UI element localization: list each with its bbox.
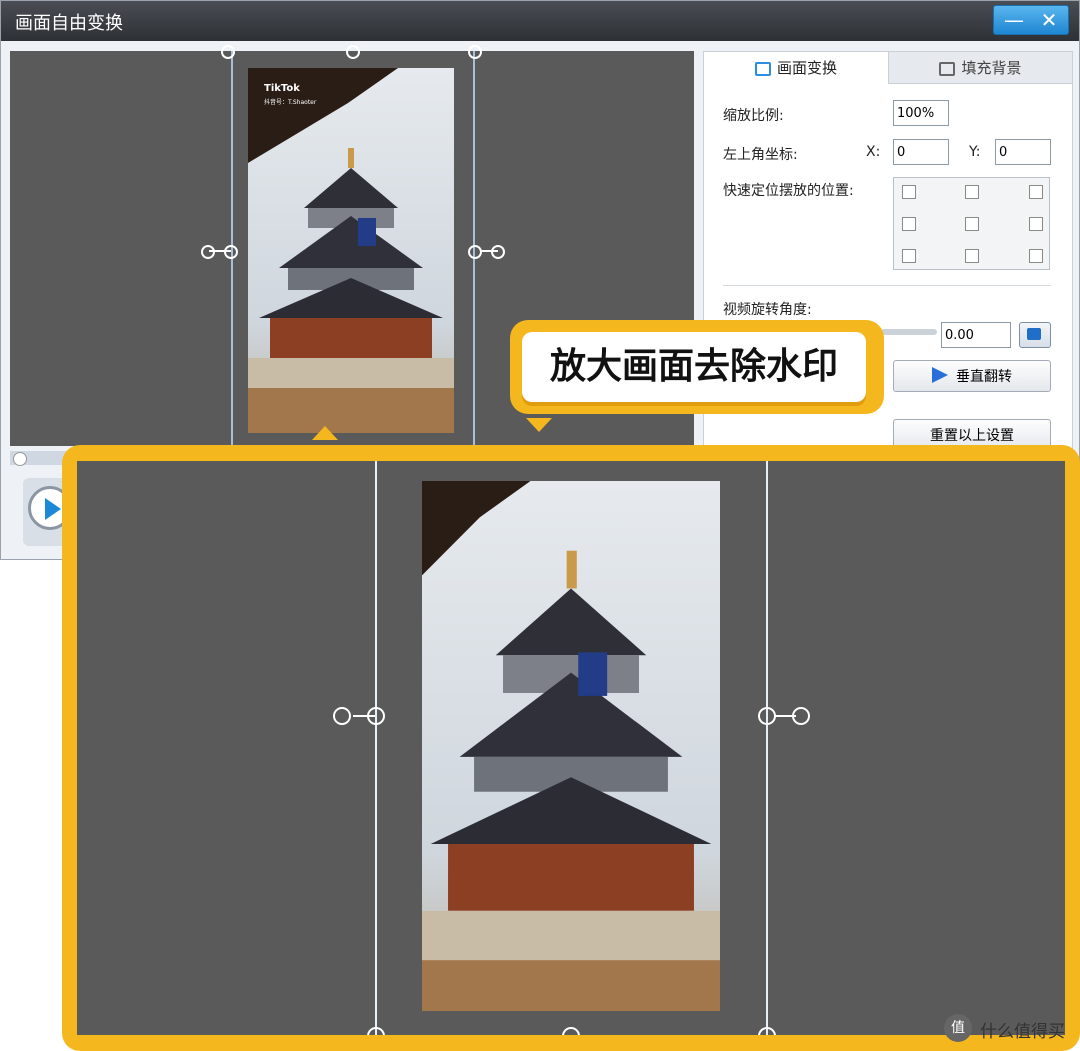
tab-transform-label: 画面变换	[776, 59, 837, 77]
resize-handle-left	[333, 707, 351, 725]
fill-background-icon	[939, 62, 956, 76]
y-input[interactable]: 0	[995, 139, 1051, 165]
resize-handle-left[interactable]	[224, 245, 238, 259]
video-watermark-sub: 抖音号：T.Shaoter	[264, 99, 317, 106]
zoom-pointer	[312, 426, 338, 440]
y-label: Y:	[969, 144, 981, 160]
scale-label: 缩放比例:	[723, 108, 784, 124]
flip-icon	[932, 367, 948, 383]
position-checkbox[interactable]	[902, 185, 916, 199]
position-checkbox[interactable]	[1029, 249, 1043, 263]
position-checkbox[interactable]	[965, 217, 979, 231]
resize-handle-left[interactable]	[201, 245, 215, 259]
seek-knob[interactable]	[13, 452, 27, 466]
x-label: X:	[866, 144, 881, 160]
quick-position-label: 快速定位摆放的位置:	[723, 183, 854, 199]
x-input[interactable]: 0	[893, 139, 949, 165]
vertical-flip-button[interactable]: 垂直翻转	[893, 360, 1051, 392]
rotate-icon	[1027, 328, 1041, 340]
rotation-slider[interactable]	[881, 329, 937, 335]
video-watermark-brand: TikTok	[264, 83, 300, 94]
position-checkbox[interactable]	[965, 185, 979, 199]
window-controls: — ✕	[993, 5, 1069, 35]
reset-label: 重置以上设置	[930, 428, 1014, 444]
resize-handle-bottom	[367, 1027, 385, 1035]
resize-handle-right	[792, 707, 810, 725]
position-checkbox[interactable]	[1029, 217, 1043, 231]
rotation-input[interactable]: 0.00	[941, 322, 1011, 348]
tab-fill-background[interactable]: 填充背景	[888, 52, 1072, 84]
zoomed-preview-canvas	[77, 461, 1065, 1035]
crop-guide-left	[375, 461, 377, 1035]
site-watermark: 值 什么值得买	[944, 1014, 1074, 1044]
zoomed-video-frame	[422, 481, 720, 1011]
vertical-flip-label: 垂直翻转	[956, 369, 1012, 385]
resize-handle[interactable]	[346, 45, 360, 59]
rotation-label: 视频旋转角度:	[723, 302, 812, 318]
scale-input[interactable]: 100%	[893, 100, 949, 126]
temple-image	[422, 481, 720, 1011]
topleft-label: 左上角坐标:	[723, 147, 798, 163]
site-logo-icon: 值	[944, 1014, 972, 1042]
position-checkbox[interactable]	[902, 249, 916, 263]
temple-image	[248, 68, 454, 433]
callout-pointer	[526, 418, 552, 432]
rotate-button[interactable]	[1019, 322, 1051, 348]
title-bar: 画面自由变换 — ✕	[1, 1, 1079, 41]
resize-handle-bottom	[562, 1027, 580, 1035]
crop-guide-right	[766, 461, 768, 1035]
resize-handle-right[interactable]	[491, 245, 505, 259]
callout-text: 放大画面去除水印	[549, 346, 838, 387]
close-button[interactable]: ✕	[1031, 8, 1067, 32]
resize-handle-left	[367, 707, 385, 725]
position-checkbox[interactable]	[902, 217, 916, 231]
site-watermark-text: 什么值得买	[980, 1022, 1065, 1042]
resize-handle-right	[758, 707, 776, 725]
tab-transform[interactable]: 画面变换	[704, 52, 888, 84]
position-grid	[893, 177, 1050, 270]
tab-fill-background-label: 填充背景	[961, 59, 1022, 77]
resize-handle-right[interactable]	[468, 245, 482, 259]
position-checkbox[interactable]	[1029, 185, 1043, 199]
resize-handle[interactable]	[221, 45, 235, 59]
resize-handle-bottom	[758, 1027, 776, 1035]
position-checkbox[interactable]	[965, 249, 979, 263]
window-title: 画面自由变换	[15, 13, 123, 34]
resize-handle[interactable]	[468, 45, 482, 59]
minimize-button[interactable]: —	[996, 8, 1032, 32]
divider	[723, 285, 1051, 286]
video-frame: TikTok 抖音号：T.Shaoter	[248, 68, 454, 433]
transform-icon	[754, 62, 771, 76]
